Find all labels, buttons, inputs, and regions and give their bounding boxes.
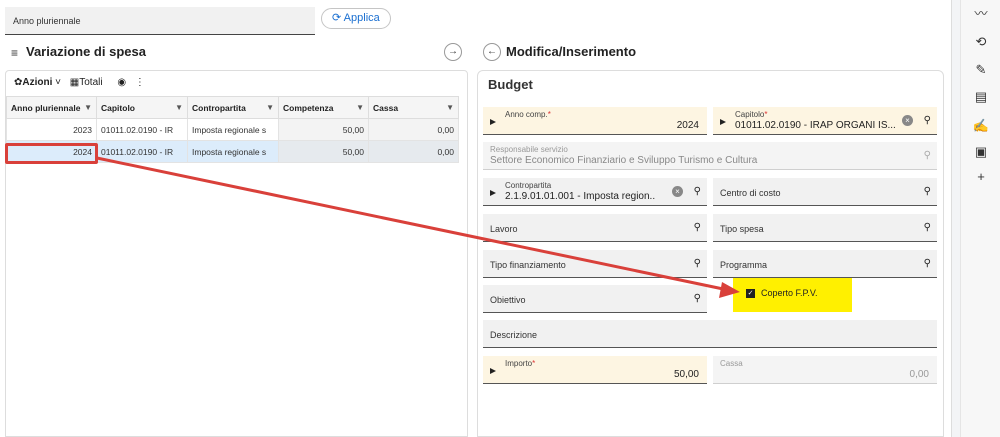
col-cassa[interactable]: Cassa ▼ bbox=[368, 96, 459, 119]
centro-di-costo-field[interactable]: Centro di costo ⚲ bbox=[713, 178, 937, 206]
filter-icon: ▼ bbox=[446, 102, 454, 112]
search-icon[interactable]: ⚲ bbox=[694, 222, 701, 233]
col-anno-pluriennale[interactable]: Anno pluriennale ▼ bbox=[6, 96, 97, 119]
lookup-icon bbox=[720, 119, 726, 125]
grid-toolbar: ✿Azioni ˅ ▦Totali ◉ ⋮ bbox=[6, 71, 467, 95]
tipo-spesa-field[interactable]: Tipo spesa ⚲ bbox=[713, 214, 937, 242]
anno-comp-field[interactable]: Anno comp.* 2024 bbox=[483, 107, 707, 135]
edit-doc-icon[interactable]: ✍ bbox=[971, 116, 991, 136]
plus-icon[interactable]: + bbox=[971, 167, 991, 187]
wand-icon[interactable]: ✎ bbox=[971, 60, 991, 80]
lavoro-field[interactable]: Lavoro ⚲ bbox=[483, 214, 707, 242]
apply-button[interactable]: ⟳ Applica bbox=[321, 8, 391, 29]
tipo-finanziamento-field[interactable]: Tipo finanziamento ⚲ bbox=[483, 250, 707, 278]
search-icon[interactable]: ⚲ bbox=[694, 186, 701, 197]
right-toolbar: 〰 ⟲ ✎ ▤ ✍ ▣ + bbox=[960, 0, 1000, 437]
importo-field[interactable]: Importo* 50,00 bbox=[483, 356, 707, 384]
search-icon[interactable]: ⚲ bbox=[924, 258, 931, 269]
coperto-fpv-checkbox[interactable]: ✓ Coperto F.P.V. bbox=[733, 278, 852, 312]
variazione-grid: ✿Azioni ˅ ▦Totali ◉ ⋮ Anno pluriennale ▼ … bbox=[5, 70, 468, 437]
checkbox-checked-icon[interactable]: ✓ bbox=[746, 289, 755, 298]
left-panel-title: Variazione di spesa bbox=[26, 44, 146, 59]
descrizione-field[interactable]: Descrizione bbox=[483, 320, 937, 348]
search-icon[interactable]: ⚲ bbox=[924, 222, 931, 233]
history-icon[interactable]: ⟲ bbox=[971, 32, 991, 52]
refresh-icon: ⟳ bbox=[332, 12, 342, 24]
search-icon: ⚲ bbox=[923, 150, 931, 161]
col-contropartita[interactable]: Contropartita ▼ bbox=[187, 96, 279, 119]
totali-button[interactable]: ▦Totali bbox=[70, 77, 109, 88]
lookup-icon bbox=[490, 190, 496, 196]
search-icon[interactable]: ⚲ bbox=[924, 186, 931, 197]
responsabile-servizio-field: Responsabile servizio Settore Economico … bbox=[483, 142, 937, 170]
add-doc-icon[interactable]: ▣ bbox=[971, 142, 991, 162]
filter-icon: ▼ bbox=[266, 102, 274, 112]
right-panel-title: Modifica/Inserimento bbox=[506, 44, 637, 59]
col-capitolo[interactable]: Capitolo ▼ bbox=[96, 96, 188, 119]
list-icon: ≡ bbox=[11, 46, 19, 60]
lookup-icon bbox=[490, 119, 496, 125]
programma-field[interactable]: Programma ⚲ bbox=[713, 250, 937, 278]
search-icon[interactable]: ⚲ bbox=[924, 115, 931, 126]
anno-pluriennale-filter[interactable]: Anno pluriennale bbox=[5, 7, 315, 35]
azioni-menu[interactable]: ✿Azioni ˅ bbox=[14, 77, 61, 88]
filter-icon: ▼ bbox=[175, 102, 183, 112]
arrow-right-button[interactable]: → bbox=[444, 43, 462, 61]
clear-icon[interactable]: × bbox=[902, 115, 913, 126]
trend-icon[interactable]: 〰 bbox=[971, 4, 991, 24]
search-icon[interactable]: ⚲ bbox=[694, 293, 701, 304]
col-competenza[interactable]: Competenza ▼ bbox=[278, 96, 369, 119]
annotation-highlight-box bbox=[5, 143, 98, 164]
arrow-left-button[interactable]: ← bbox=[483, 43, 501, 61]
clear-icon[interactable]: × bbox=[672, 186, 683, 197]
lookup-icon bbox=[490, 368, 496, 374]
capitolo-field[interactable]: Capitolo* 01011.02.0190 - IRAP ORGANI IS… bbox=[713, 107, 937, 135]
filter-icon: ▼ bbox=[356, 102, 364, 112]
eye-icon[interactable]: ◉ bbox=[117, 77, 126, 88]
contropartita-field[interactable]: Contropartita 2.1.9.01.01.001 - Imposta … bbox=[483, 178, 707, 206]
filter-icon: ▼ bbox=[84, 102, 92, 112]
search-icon[interactable]: ⚲ bbox=[694, 258, 701, 269]
clipboard-icon[interactable]: ▤ bbox=[971, 87, 991, 107]
more-icon[interactable]: ⋮ bbox=[135, 77, 145, 88]
cassa-field: Cassa 0,00 bbox=[713, 356, 937, 384]
budget-heading: Budget bbox=[488, 77, 533, 92]
main-app: Anno pluriennale ⟳ Applica ≡ Variazione … bbox=[0, 0, 952, 437]
obiettivo-field[interactable]: Obiettivo ⚲ bbox=[483, 285, 707, 313]
table-row[interactable]: 2023 01011.02.0190 - IR Imposta regional… bbox=[6, 118, 459, 141]
